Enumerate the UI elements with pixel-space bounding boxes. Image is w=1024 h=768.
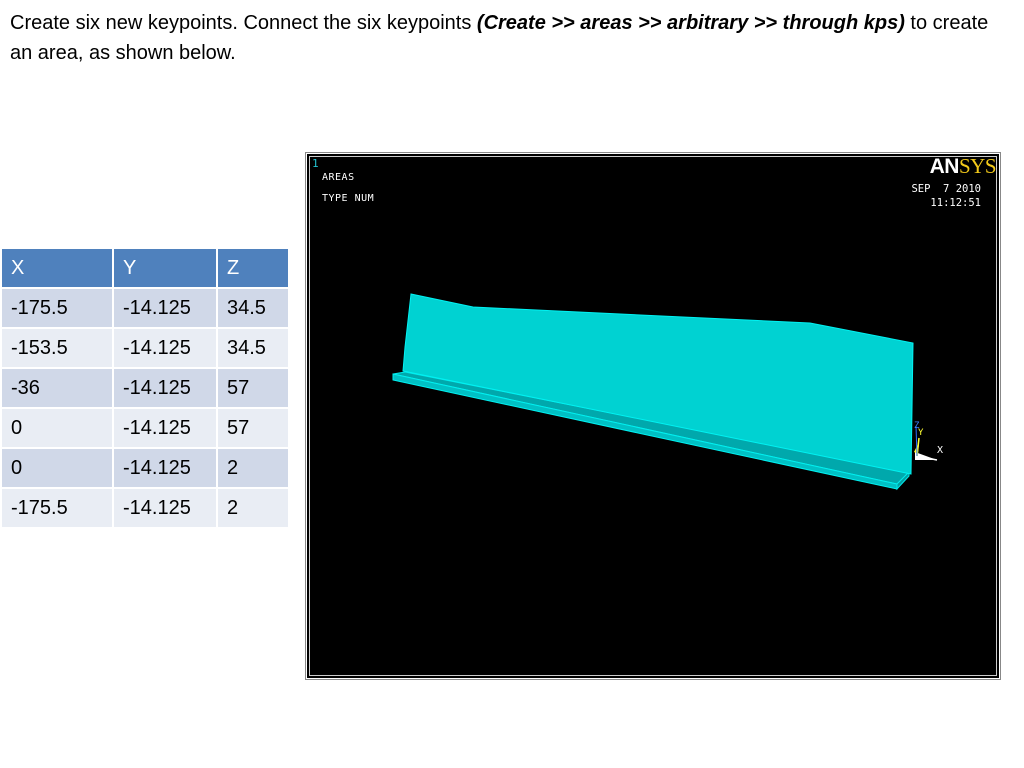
ansys-logo: ANSYS xyxy=(929,154,997,178)
cell-y: -14.125 xyxy=(112,287,218,329)
area-main-face xyxy=(402,293,914,475)
coordinate-triad: X Y Z xyxy=(914,421,943,461)
cell-y: -14.125 xyxy=(112,407,218,449)
column-header-y: Y xyxy=(112,247,218,289)
keypoint-table: X Y Z -175.5 -14.125 34.5 -153.5 -14.125… xyxy=(0,247,290,529)
cell-z: 34.5 xyxy=(216,327,290,369)
cell-x: -175.5 xyxy=(0,287,114,329)
cell-z: 57 xyxy=(216,367,290,409)
table-row: 0 -14.125 57 xyxy=(0,407,290,449)
table-header-row: X Y Z xyxy=(0,247,290,289)
cell-x: -153.5 xyxy=(0,327,114,369)
column-header-z: Z xyxy=(216,247,290,289)
window-number: 1 xyxy=(312,157,319,170)
cell-x: 0 xyxy=(0,407,114,449)
area-plot[interactable]: X Y Z xyxy=(307,154,999,678)
table-row: -36 -14.125 57 xyxy=(0,367,290,409)
cell-y: -14.125 xyxy=(112,447,218,489)
triad-z-label: Z xyxy=(914,421,920,431)
cell-z: 2 xyxy=(216,487,290,529)
menu-path-command: (Create >> areas >> arbitrary >> through… xyxy=(476,12,905,34)
table-row: -175.5 -14.125 2 xyxy=(0,487,290,529)
cell-z: 34.5 xyxy=(216,287,290,329)
cell-x: -175.5 xyxy=(0,487,114,529)
column-header-x: X xyxy=(0,247,114,289)
cell-y: -14.125 xyxy=(112,327,218,369)
plot-date: SEP 7 2010 xyxy=(911,183,981,195)
triad-x-label: X xyxy=(937,445,943,456)
cell-y: -14.125 xyxy=(112,487,218,529)
cell-x: -36 xyxy=(0,367,114,409)
ansys-graphics-window[interactable]: X Y Z 1 AREAS TYPE NUM ANSYS SEP 7 2010 … xyxy=(305,152,1001,680)
plot-time: 11:12:51 xyxy=(930,197,981,209)
table-row: 0 -14.125 2 xyxy=(0,447,290,489)
instruction-text: Create six new keypoints. Connect the si… xyxy=(10,8,1010,68)
cell-x: 0 xyxy=(0,447,114,489)
numbering-label: TYPE NUM xyxy=(322,193,375,204)
table-row: -153.5 -14.125 34.5 xyxy=(0,327,290,369)
cell-z: 57 xyxy=(216,407,290,449)
table-row: -175.5 -14.125 34.5 xyxy=(0,287,290,329)
plot-type-label: AREAS xyxy=(322,172,355,183)
instruction-part-1: Create six new keypoints. Connect the si… xyxy=(10,12,477,34)
cell-y: -14.125 xyxy=(112,367,218,409)
cell-z: 2 xyxy=(216,447,290,489)
